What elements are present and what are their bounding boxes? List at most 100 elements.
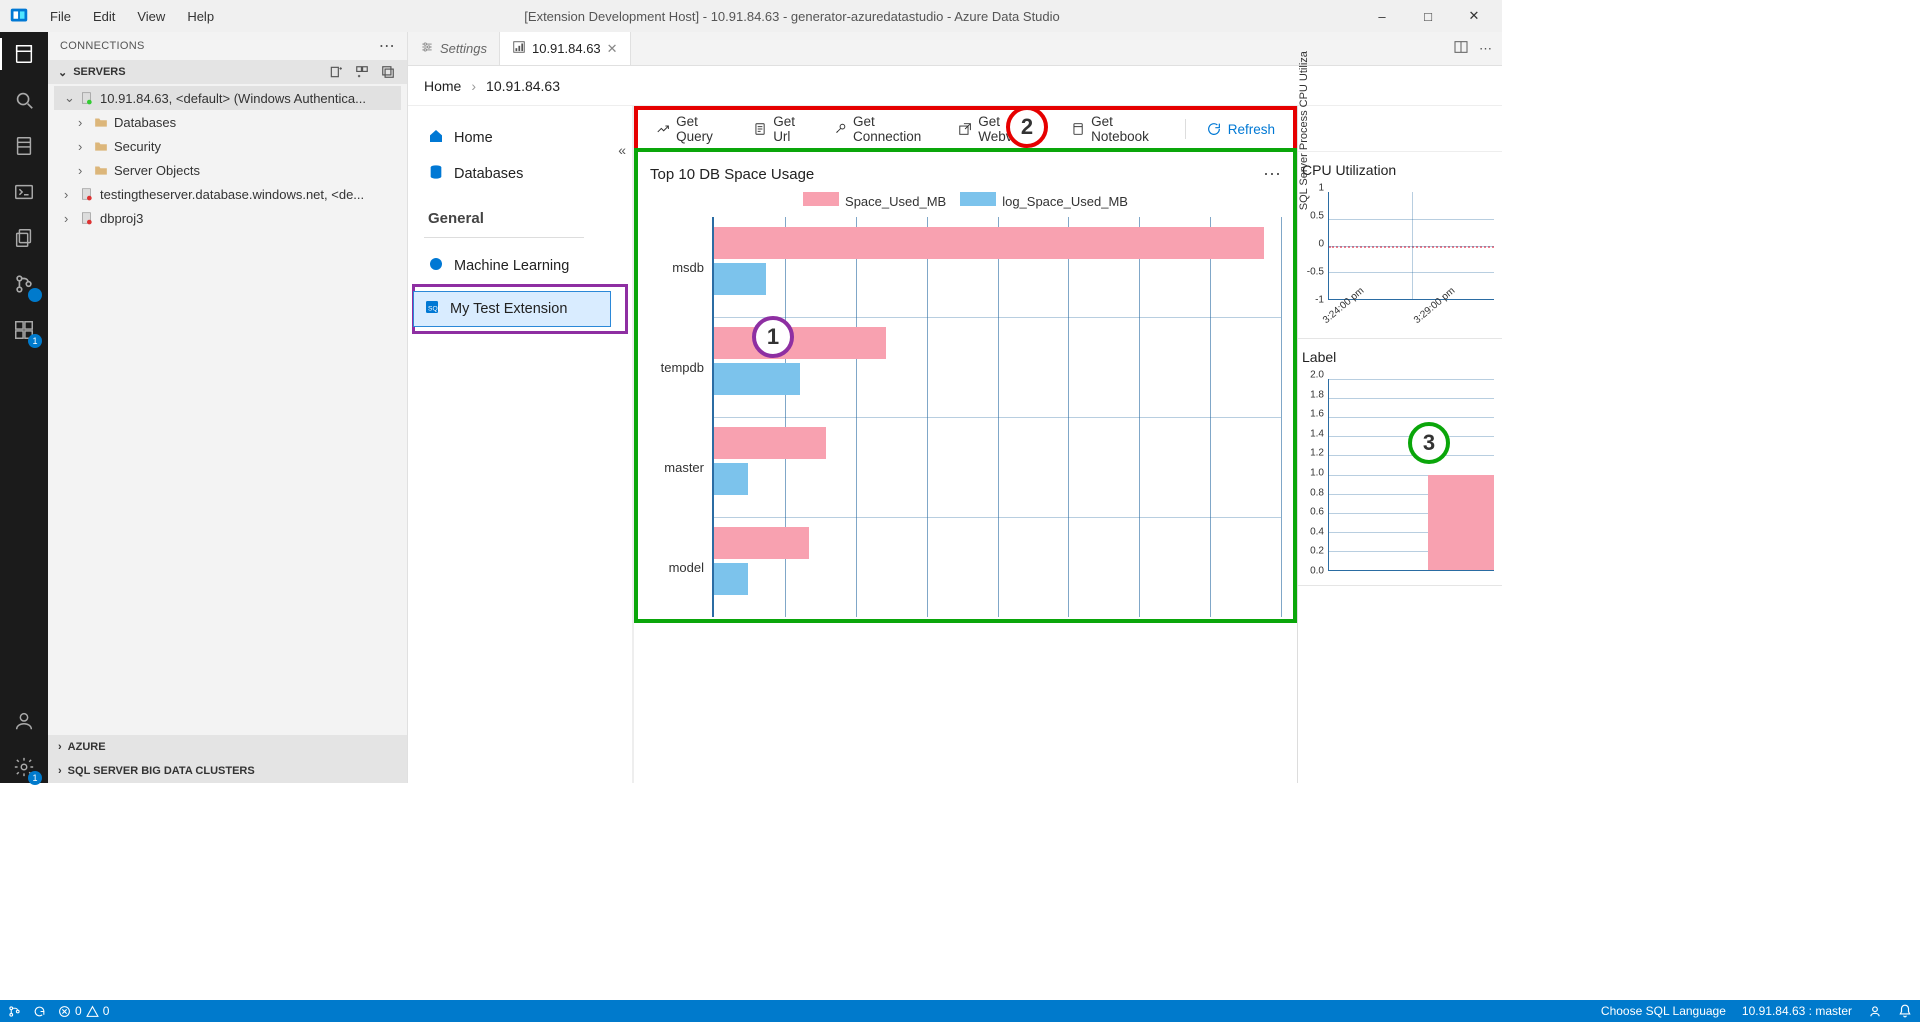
button-label: Get Url (773, 114, 811, 144)
close-button[interactable]: ✕ (1454, 2, 1494, 30)
tree-item-server-objects[interactable]: › Server Objects (54, 158, 401, 182)
legend-label: Space_Used_MB (845, 194, 946, 209)
split-editor-icon[interactable] (1453, 39, 1469, 58)
activity-accounts[interactable] (8, 705, 40, 737)
extension-toolbar: Get Query Get Url Get Connection (638, 110, 1293, 148)
status-language[interactable]: Choose SQL Language (1601, 1004, 1726, 1018)
badge-icon (28, 288, 42, 302)
activity-settings[interactable]: 1 (8, 751, 40, 783)
activity-explorer[interactable] (8, 222, 40, 254)
chevron-right-icon: › (58, 741, 62, 753)
title-bar: File Edit View Help [Extension Developme… (0, 0, 1502, 32)
chevron-right-icon: › (78, 115, 88, 130)
menu-bar: File Edit View Help (42, 5, 222, 28)
settings-icon (420, 40, 434, 57)
new-group-icon[interactable] (353, 63, 371, 81)
database-icon (428, 164, 444, 184)
nav-machine-learning[interactable]: Machine Learning (424, 248, 632, 284)
folder-icon (94, 115, 108, 129)
nav-databases[interactable]: Databases (424, 156, 632, 192)
get-url-button[interactable]: Get Url (745, 110, 819, 148)
menu-file[interactable]: File (42, 5, 79, 28)
server-icon (80, 91, 94, 105)
widget-title: CPU Utilization (1302, 162, 1498, 178)
legend-swatch (960, 192, 996, 206)
badge-count: 1 (28, 771, 42, 785)
section-actions (327, 63, 397, 81)
editor-area: 1 2 3 Settings 10.91.84.63 ✕ ⋯ Home › 10… (408, 32, 1502, 783)
chevron-right-icon: › (78, 139, 88, 154)
chart-legend: Space_Used_MB log_Space_Used_MB (650, 192, 1281, 209)
activity-search[interactable] (8, 84, 40, 116)
more-actions-icon[interactable]: ⋯ (1479, 41, 1492, 57)
sidebar-section-azure[interactable]: › AZURE (48, 735, 407, 759)
section-label: SERVERS (73, 66, 125, 78)
menu-view[interactable]: View (129, 5, 173, 28)
nav-my-test-extension[interactable]: SQL My Test Extension (413, 291, 611, 327)
status-connection[interactable]: 10.91.84.63 : master (1742, 1004, 1852, 1018)
tab-settings[interactable]: Settings (408, 32, 500, 65)
activity-notebooks[interactable] (8, 130, 40, 162)
annotation-callout-1: 1 (752, 316, 794, 358)
collapse-nav-icon[interactable]: « (618, 142, 626, 158)
nav-section-general: General (428, 210, 632, 227)
annotation-purple-box: SQL My Test Extension (412, 284, 628, 334)
annotation-green-box: Top 10 DB Space Usage ⋯ Space_Used_MB lo… (634, 148, 1297, 623)
toolbar-separator (1185, 119, 1186, 139)
window-controls: – □ ✕ (1362, 2, 1494, 30)
activity-connections[interactable] (8, 38, 40, 70)
collapse-all-icon[interactable] (379, 63, 397, 81)
activity-source-control[interactable] (8, 268, 40, 300)
menu-edit[interactable]: Edit (85, 5, 123, 28)
tree-item-security[interactable]: › Security (54, 134, 401, 158)
chevron-down-icon: ⌄ (64, 90, 74, 106)
tree-item-server[interactable]: ⌄ 10.91.84.63, <default> (Windows Authen… (54, 86, 401, 110)
breadcrumb-current: 10.91.84.63 (486, 78, 560, 94)
legend-label: log_Space_Used_MB (1002, 194, 1128, 209)
section-label: SQL SERVER BIG DATA CLUSTERS (68, 765, 255, 777)
activity-terminal[interactable] (8, 176, 40, 208)
nav-home[interactable]: Home (424, 120, 632, 156)
breadcrumb-home[interactable]: Home (424, 78, 461, 94)
annotation-red-box: Get Query Get Url Get Connection (634, 106, 1297, 152)
tree-item-server[interactable]: › dbproj3 (54, 206, 401, 230)
bar (714, 227, 1264, 259)
activity-extensions[interactable]: 1 (8, 314, 40, 346)
chevron-right-icon: › (58, 765, 62, 777)
new-connection-icon[interactable] (327, 63, 345, 81)
tree-item-server[interactable]: › testingtheserver.database.windows.net,… (54, 182, 401, 206)
sidebar-more-icon[interactable]: ⋯ (379, 36, 395, 56)
widget-title: Label (1302, 349, 1498, 365)
tab-label: 10.91.84.63 (532, 41, 601, 56)
minimize-button[interactable]: – (1362, 2, 1402, 30)
refresh-button[interactable]: Refresh (1198, 117, 1283, 141)
maximize-button[interactable]: □ (1408, 2, 1448, 30)
button-label: Get Connection (853, 114, 936, 144)
tree-item-databases[interactable]: › Databases (54, 110, 401, 134)
widget-cpu: CPU Utilization SQL Server Process CPU U… (1298, 152, 1502, 339)
button-label: Get Query (676, 114, 731, 144)
menu-help[interactable]: Help (179, 5, 222, 28)
tree-label: testingtheserver.database.windows.net, <… (100, 187, 364, 202)
status-sync[interactable] (33, 1005, 46, 1018)
dashboard-side: CPU Utilization SQL Server Process CPU U… (1297, 106, 1502, 783)
status-problems[interactable]: 0 0 (58, 1004, 109, 1018)
status-branch[interactable] (8, 1005, 21, 1018)
get-connection-button[interactable]: Get Connection (825, 110, 944, 148)
close-icon[interactable]: ✕ (607, 41, 618, 57)
chevron-down-icon: ⌄ (58, 66, 67, 79)
sidebar-title: CONNECTIONS (60, 40, 145, 52)
status-bell-icon[interactable] (1898, 1004, 1912, 1018)
status-feedback-icon[interactable] (1868, 1004, 1882, 1018)
sidebar-section-servers[interactable]: ⌄ SERVERS (48, 60, 407, 84)
ml-icon (428, 256, 444, 276)
widget-label: Label 2.01.81.61.41.21.00.80.60.40.20.0 (1298, 339, 1502, 586)
get-notebook-button[interactable]: Get Notebook (1063, 110, 1173, 148)
get-query-button[interactable]: Get Query (648, 110, 739, 148)
nav-label: Machine Learning (454, 258, 569, 274)
widget-more-icon[interactable]: ⋯ (1263, 164, 1281, 185)
bar (714, 463, 748, 495)
sidebar-section-bdc[interactable]: › SQL SERVER BIG DATA CLUSTERS (48, 759, 407, 783)
section-label: AZURE (68, 741, 106, 753)
tab-dashboard[interactable]: 10.91.84.63 ✕ (500, 32, 631, 65)
